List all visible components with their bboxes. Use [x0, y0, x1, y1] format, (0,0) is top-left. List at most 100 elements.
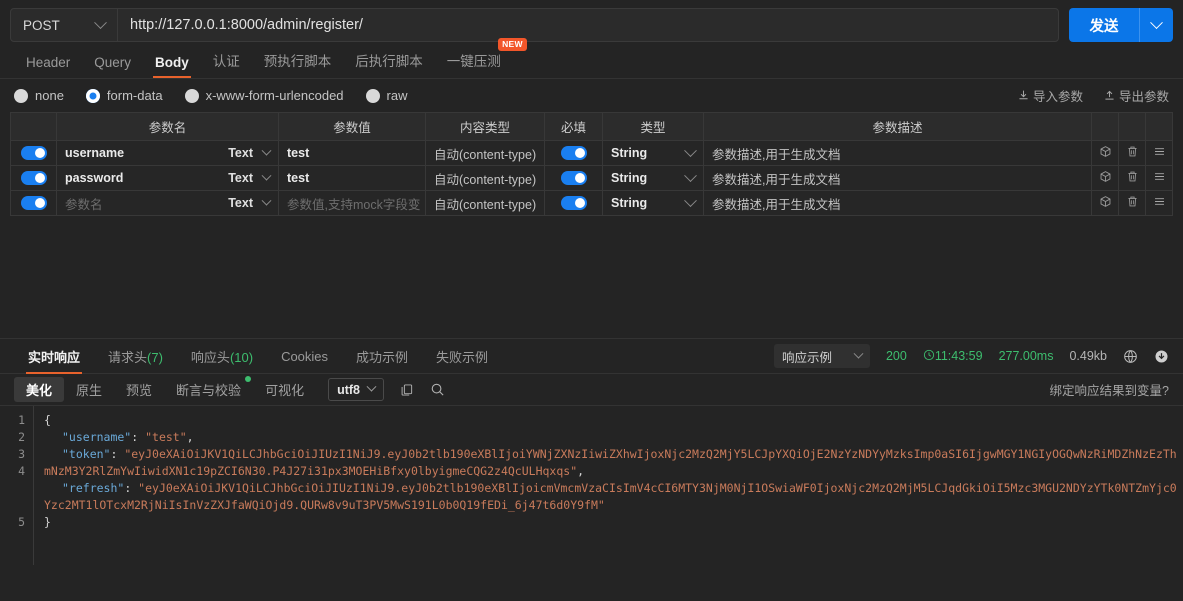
resp-tab-failure-example[interactable]: 失败示例: [422, 338, 502, 374]
row-mock-button[interactable]: [1091, 165, 1119, 191]
param-value-input[interactable]: test: [287, 146, 309, 160]
json-close-brace: }: [44, 515, 51, 529]
row-delete-button[interactable]: [1118, 190, 1146, 216]
row-type-cell[interactable]: String: [602, 190, 704, 216]
json-value: "eyJ0eXAiOiJKV1QiLCJhbGciOiJIUzI1NiJ9.ey…: [44, 481, 1177, 512]
params-table: 参数名 参数值 内容类型 必填 类型 参数描述 username Text te…: [10, 112, 1173, 216]
view-tab-raw[interactable]: 原生: [64, 377, 114, 402]
row-enable-toggle[interactable]: [20, 171, 47, 185]
params-table-wrap: 参数名 参数值 内容类型 必填 类型 参数描述 username Text te…: [0, 112, 1183, 216]
export-params-button[interactable]: 导出参数: [1103, 86, 1169, 105]
col-type: 类型: [602, 112, 704, 141]
import-params-label: 导入参数: [1032, 90, 1083, 104]
row-menu-button[interactable]: [1145, 190, 1173, 216]
download-response-button[interactable]: [1154, 349, 1169, 364]
row-content-type-cell[interactable]: 自动(content-type): [425, 140, 545, 166]
search-response-button[interactable]: [430, 382, 445, 397]
tab-header[interactable]: Header: [14, 55, 82, 78]
row-enable-cell: [10, 140, 57, 166]
param-name-type-select[interactable]: Text: [228, 195, 272, 210]
view-tab-assertions[interactable]: 断言与校验: [164, 376, 253, 402]
resp-tab-realtime[interactable]: 实时响应: [14, 338, 94, 374]
param-value-input[interactable]: 参数值,支持mock字段变: [287, 198, 420, 212]
body-type-urlencoded[interactable]: x-www-form-urlencoded: [184, 88, 344, 103]
response-json-content: { "username": "test", "token": "eyJ0eXAi…: [44, 413, 1177, 529]
resp-tab-cookies[interactable]: Cookies: [267, 340, 342, 372]
chevron-down-icon: [684, 168, 697, 182]
row-content-type-cell[interactable]: 自动(content-type): [425, 165, 545, 191]
param-value-input[interactable]: test: [287, 171, 309, 185]
row-menu-button[interactable]: [1145, 165, 1173, 191]
body-type-raw[interactable]: raw: [365, 88, 408, 103]
copy-response-button[interactable]: [400, 383, 414, 397]
row-required-toggle[interactable]: [560, 146, 587, 160]
row-required-toggle[interactable]: [560, 171, 587, 185]
param-name-input[interactable]: username: [65, 146, 124, 160]
row-name-cell[interactable]: password Text: [56, 165, 279, 191]
row-menu-button[interactable]: [1145, 140, 1173, 166]
http-method-select[interactable]: POST: [11, 9, 118, 41]
row-value-cell[interactable]: test: [278, 165, 426, 191]
view-tab-preview[interactable]: 预览: [114, 377, 164, 402]
param-name-type-select[interactable]: Text: [228, 170, 272, 185]
row-name-cell[interactable]: 参数名 Text: [56, 190, 279, 216]
param-name-input[interactable]: password: [65, 171, 123, 185]
body-type-none[interactable]: none: [14, 88, 64, 103]
encoding-select[interactable]: utf8: [328, 378, 384, 401]
row-value-cell[interactable]: 参数值,支持mock字段变: [278, 190, 426, 216]
request-tabs: Header Query Body 认证 预执行脚本 后执行脚本 一键压测 NE…: [0, 38, 1183, 79]
resp-tab-count: (7): [147, 350, 163, 365]
response-tabs: 实时响应 请求头(7) 响应头(10) Cookies 成功示例 失败示例 响应…: [0, 338, 1183, 374]
view-tab-beautify[interactable]: 美化: [14, 377, 65, 402]
row-desc-cell[interactable]: 参数描述,用于生成文档: [703, 140, 1092, 166]
send-button[interactable]: 发送: [1069, 8, 1139, 42]
line-number: 4: [18, 464, 25, 478]
row-name-cell[interactable]: username Text: [56, 140, 279, 166]
param-name-type-select[interactable]: Text: [228, 145, 272, 160]
resp-tab-success-example[interactable]: 成功示例: [342, 338, 422, 374]
param-name-input[interactable]: 参数名: [65, 194, 103, 213]
row-enable-toggle[interactable]: [20, 196, 47, 210]
row-mock-button[interactable]: [1091, 140, 1119, 166]
network-button[interactable]: [1123, 349, 1138, 364]
table-row: password Text test 自动(content-type) Stri…: [10, 165, 1173, 191]
send-options-button[interactable]: [1139, 8, 1173, 42]
row-enable-toggle[interactable]: [20, 146, 47, 160]
row-type-cell[interactable]: String: [602, 140, 704, 166]
col-delete: [1118, 112, 1146, 141]
response-example-select[interactable]: 响应示例: [773, 344, 870, 368]
tab-body[interactable]: Body: [143, 55, 201, 78]
row-required-cell: [544, 140, 603, 166]
view-tab-label: 预览: [126, 383, 153, 398]
row-desc-cell[interactable]: 参数描述,用于生成文档: [703, 165, 1092, 191]
response-body-viewer[interactable]: 1 2 3 4 5 { "username": "test", "token":…: [0, 406, 1183, 565]
row-mock-button[interactable]: [1091, 190, 1119, 216]
tab-stress-test[interactable]: 一键压测 NEW: [435, 38, 527, 78]
resp-tab-count: (10): [229, 350, 254, 365]
resp-tab-response-headers[interactable]: 响应头(10): [177, 338, 267, 374]
import-params-button[interactable]: 导入参数: [1017, 86, 1083, 105]
row-delete-button[interactable]: [1118, 165, 1146, 191]
send-group: 发送: [1069, 8, 1173, 42]
row-required-toggle[interactable]: [560, 196, 587, 210]
col-required: 必填: [544, 112, 603, 141]
resp-tab-label: 响应头: [190, 350, 230, 365]
tab-auth[interactable]: 认证: [201, 50, 252, 78]
row-desc-cell[interactable]: 参数描述,用于生成文档: [703, 190, 1092, 216]
chevron-down-icon: [261, 145, 272, 156]
url-input[interactable]: http://127.0.0.1:8000/admin/register/: [118, 9, 1058, 41]
resp-tab-label: 成功示例: [356, 350, 409, 365]
body-type-row: none form-data x-www-form-urlencoded raw…: [0, 79, 1183, 112]
bind-response-to-variable-link[interactable]: 绑定响应结果到变量?: [1050, 380, 1169, 399]
tab-query[interactable]: Query: [82, 55, 143, 78]
view-tab-visualize[interactable]: 可视化: [253, 377, 316, 402]
row-type-cell[interactable]: String: [602, 165, 704, 191]
row-value-cell[interactable]: test: [278, 140, 426, 166]
row-content-type-cell[interactable]: 自动(content-type): [425, 190, 545, 216]
body-type-form-data[interactable]: form-data: [85, 88, 163, 103]
chevron-down-icon: [366, 381, 377, 392]
tab-post-script[interactable]: 后执行脚本: [343, 50, 435, 78]
resp-tab-request-headers[interactable]: 请求头(7): [94, 338, 177, 374]
row-delete-button[interactable]: [1118, 140, 1146, 166]
tab-pre-script[interactable]: 预执行脚本: [252, 50, 344, 78]
